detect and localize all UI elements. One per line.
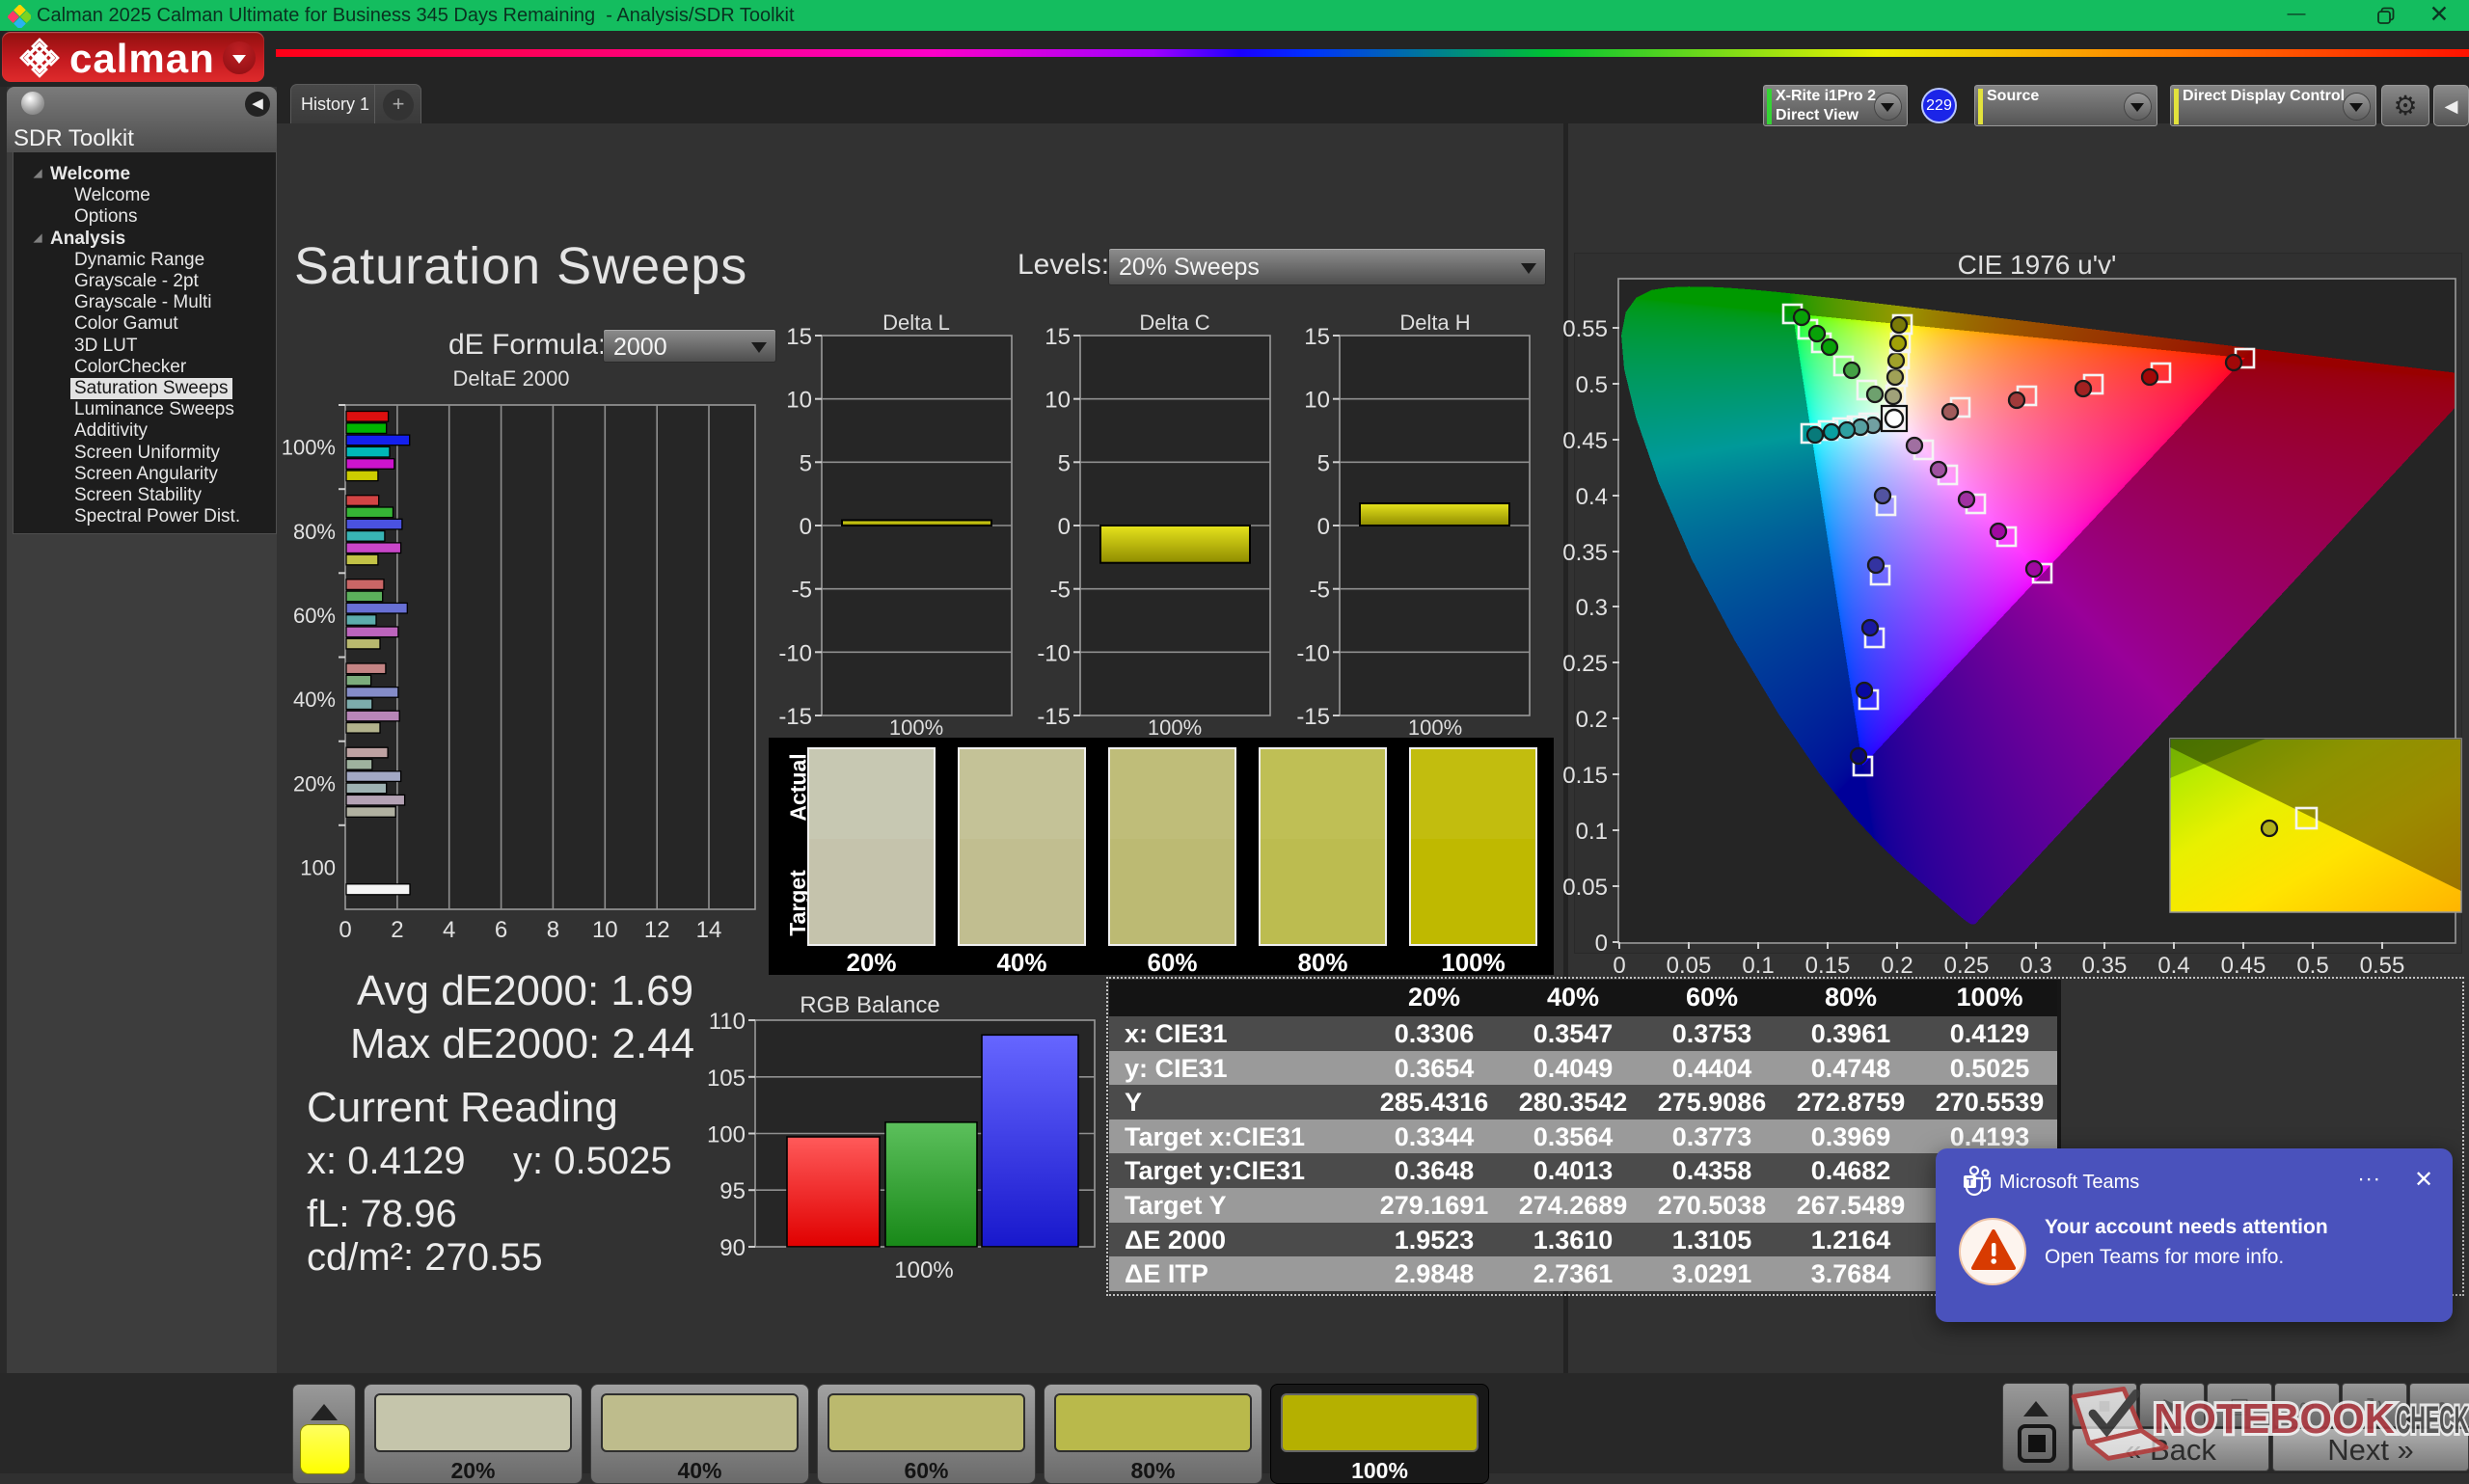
svg-text:NOTEBOOK: NOTEBOOK	[2154, 1395, 2395, 1443]
svg-text:T: T	[1967, 1177, 1973, 1189]
svg-text:CHECK: CHECK	[2396, 1399, 2469, 1442]
